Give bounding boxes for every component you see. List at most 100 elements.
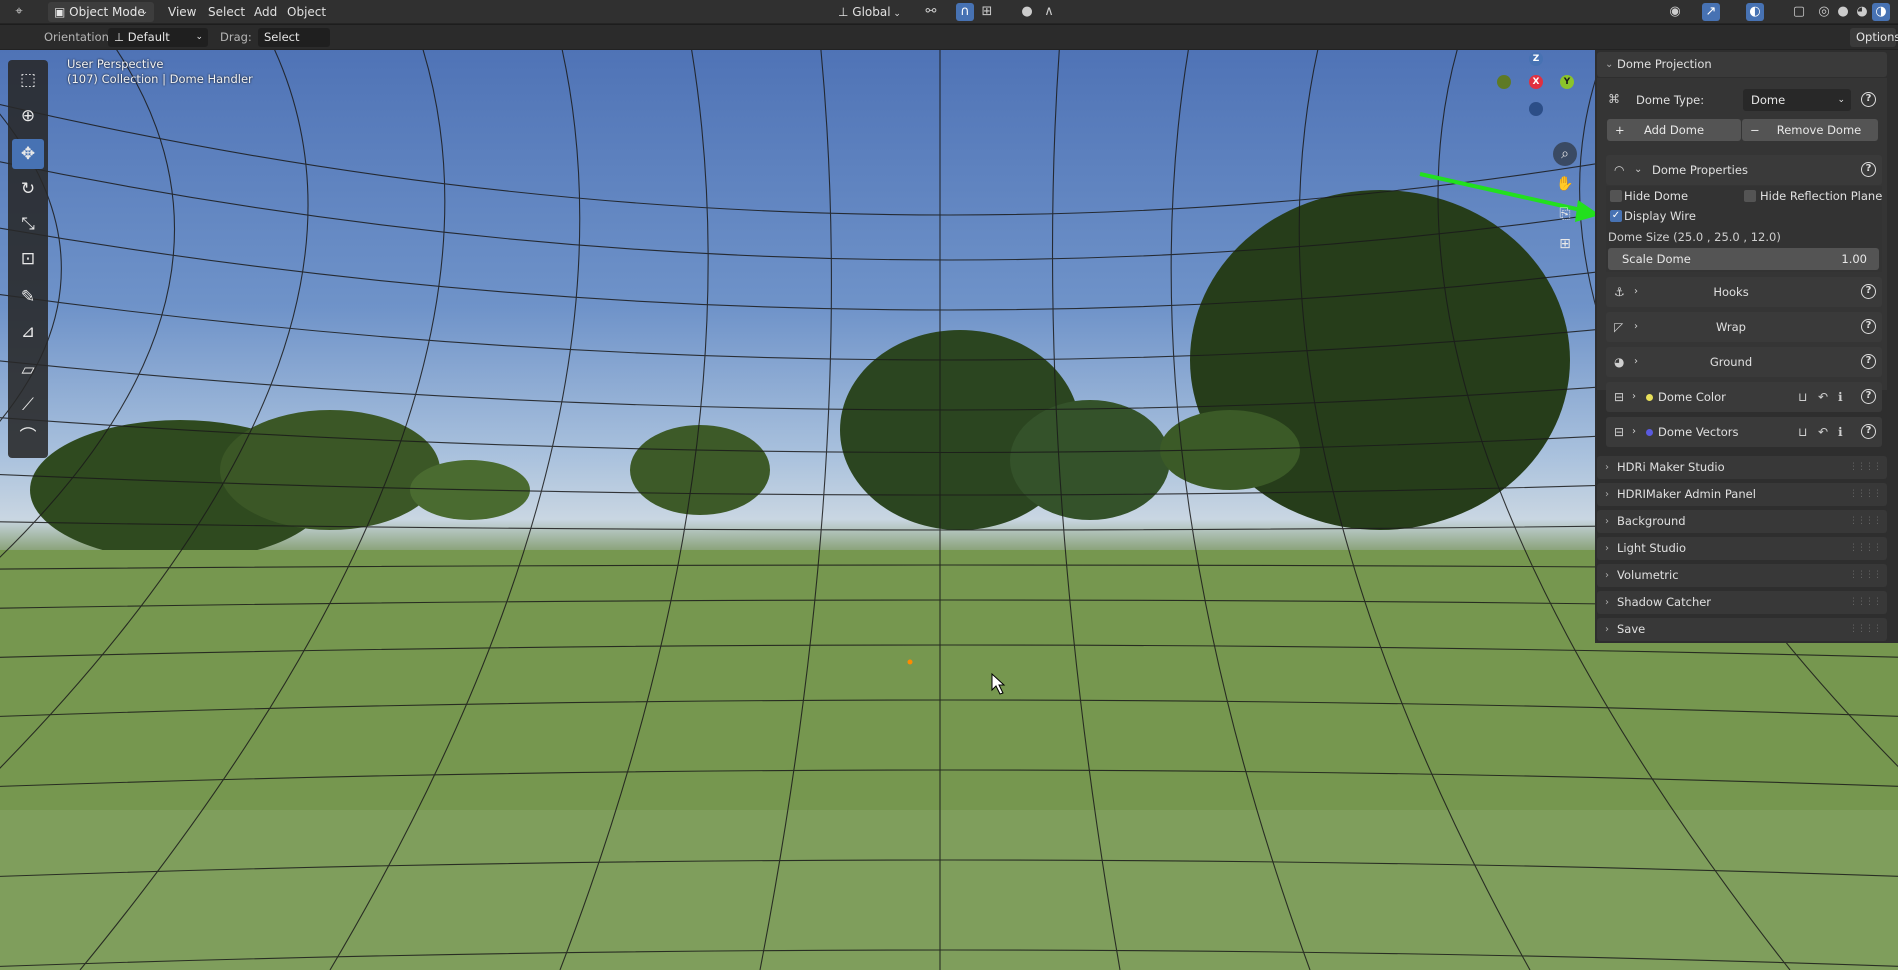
panel-dome-projection[interactable]: ⌄ Dome Projection: [1597, 52, 1887, 77]
help-icon[interactable]: ?: [1861, 92, 1876, 107]
scale-dome-slider[interactable]: Scale Dome 1.00: [1608, 248, 1879, 270]
gizmo-z-axis[interactable]: Z: [1529, 52, 1543, 66]
select-box-icon[interactable]: ⬚: [12, 65, 44, 95]
move-icon[interactable]: ✥: [12, 139, 44, 169]
snap-target-icon[interactable]: ⊞: [978, 3, 996, 21]
transform-icon[interactable]: ⊡: [12, 244, 44, 274]
drag-grip-icon[interactable]: ⋮⋮⋮⋮: [1849, 564, 1882, 587]
wireframe-shading-icon[interactable]: ◎: [1815, 3, 1833, 21]
display-wire-label: Display Wire: [1624, 209, 1696, 223]
orientation-axes-icon: ⊥: [114, 30, 128, 44]
panel-title: HDRi Maker Studio: [1617, 460, 1725, 474]
reset-icon[interactable]: ↶: [1818, 382, 1828, 412]
gizmo-y-axis[interactable]: Y: [1560, 75, 1574, 89]
zoom-icon[interactable]: ⌕: [1553, 142, 1577, 166]
hide-reflection-plane-checkbox[interactable]: [1744, 190, 1756, 202]
options-button[interactable]: Options: [1850, 28, 1898, 47]
remove-dome-button[interactable]: − Remove Dome: [1742, 119, 1878, 141]
display-wire-checkbox[interactable]: ✓: [1610, 210, 1622, 222]
chevron-right-icon: ›: [1605, 489, 1609, 500]
drag-grip-icon[interactable]: ⋮⋮⋮⋮: [1849, 618, 1882, 641]
subpanel-wrap[interactable]: ◸ › Wrap ?: [1606, 312, 1882, 342]
visibility-icon[interactable]: ◉: [1666, 3, 1684, 21]
camera-icon[interactable]: ⎘: [1553, 202, 1577, 226]
tool-settings-bar: Orientation: ⊥ Default ⌄ Drag: Select Box…: [0, 25, 1898, 63]
gizmo-toggle-icon[interactable]: ↗: [1702, 3, 1720, 21]
grass-blur: [0, 810, 1898, 970]
transform-orientation-label: Global: [852, 5, 891, 19]
panel-hdrimaker-admin[interactable]: › HDRIMaker Admin Panel ⋮⋮⋮⋮: [1597, 483, 1887, 506]
drag-grip-icon[interactable]: ⋮⋮⋮⋮: [1849, 483, 1882, 506]
info-icon[interactable]: ℹ: [1838, 382, 1843, 412]
chevron-right-icon: ›: [1605, 462, 1609, 473]
panel-background[interactable]: › Background ⋮⋮⋮⋮: [1597, 510, 1887, 533]
menu-object[interactable]: Object: [287, 2, 326, 22]
dome-vectors-dot: [1646, 429, 1653, 436]
menu-view[interactable]: View: [168, 2, 196, 22]
annotate-icon[interactable]: ✎: [12, 282, 44, 312]
chevron-down-icon: ⌄: [1605, 59, 1614, 70]
orientation-dropdown[interactable]: ⊥ Default ⌄: [108, 28, 208, 47]
subpanel-dome-color[interactable]: ⊟ › Dome Color ⊔ ↶ ℹ ?: [1606, 382, 1882, 412]
gizmo-neg-z-axis[interactable]: [1529, 102, 1543, 116]
help-icon[interactable]: ?: [1861, 354, 1876, 369]
chevron-down-icon: ⌄: [890, 9, 901, 19]
subpanel-dome-properties[interactable]: ◠ ⌄ Dome Properties ?: [1606, 155, 1882, 185]
xray-icon[interactable]: ▢: [1790, 3, 1808, 21]
curve-icon[interactable]: ⌒: [12, 422, 44, 452]
rotate-icon[interactable]: ↻: [12, 174, 44, 204]
panel-title: Background: [1617, 514, 1686, 528]
subpanel-title: Hooks: [1713, 285, 1749, 299]
gizmo-x-axis[interactable]: X: [1529, 75, 1543, 89]
dome-type-dropdown[interactable]: Dome ⌄: [1743, 89, 1851, 111]
cursor-icon[interactable]: ⊕: [12, 101, 44, 131]
subpanel-dome-vectors[interactable]: ⊟ › Dome Vectors ⊔ ↶ ℹ ?: [1606, 417, 1882, 447]
subpanel-ground[interactable]: ◕ › Ground ?: [1606, 347, 1882, 377]
drag-dropdown[interactable]: Select Box⌄: [258, 28, 330, 63]
panel-title: Shadow Catcher: [1617, 595, 1712, 609]
help-icon[interactable]: ?: [1861, 284, 1876, 299]
proportional-edit-icon[interactable]: ●: [1018, 3, 1036, 21]
snap-icon[interactable]: ∩: [956, 3, 974, 21]
falloff-icon[interactable]: ∧: [1040, 3, 1058, 21]
solid-shading-icon[interactable]: ●: [1834, 3, 1852, 21]
perspective-grid-icon[interactable]: ⊞: [1553, 232, 1577, 256]
pivot-point-icon[interactable]: ⚯: [922, 3, 940, 21]
drag-grip-icon[interactable]: ⋮⋮⋮⋮: [1849, 510, 1882, 533]
panel-hdri-maker-studio[interactable]: › HDRi Maker Studio ⋮⋮⋮⋮: [1597, 456, 1887, 479]
drag-grip-icon[interactable]: ⋮⋮⋮⋮: [1849, 591, 1882, 614]
menu-select[interactable]: Select: [208, 2, 245, 22]
drag-grip-icon[interactable]: ⋮⋮⋮⋮: [1849, 537, 1882, 560]
lock-icon[interactable]: ⊔: [1798, 417, 1807, 447]
drag-grip-icon[interactable]: ⋮⋮⋮⋮: [1849, 456, 1882, 479]
measure-icon[interactable]: ⊿: [12, 317, 44, 347]
panel-shadow-catcher[interactable]: › Shadow Catcher ⋮⋮⋮⋮: [1597, 591, 1887, 614]
menu-add[interactable]: Add: [254, 2, 277, 22]
help-icon[interactable]: ?: [1861, 424, 1876, 439]
subpanel-hooks[interactable]: ⚓ › Hooks ?: [1606, 277, 1882, 307]
lock-icon[interactable]: ⊔: [1798, 382, 1807, 412]
dome-size-text: Dome Size (25.0 , 25.0 , 12.0): [1608, 230, 1781, 244]
add-cube-icon[interactable]: ▱: [12, 355, 44, 385]
help-icon[interactable]: ?: [1861, 319, 1876, 334]
help-icon[interactable]: ?: [1861, 162, 1876, 177]
help-icon[interactable]: ?: [1861, 389, 1876, 404]
gizmo-neg-y-axis[interactable]: [1497, 75, 1511, 89]
rendered-shading-icon[interactable]: ◑: [1872, 3, 1890, 21]
mode-dropdown[interactable]: ▣ Object Mode ⌄: [48, 2, 154, 22]
add-dome-button[interactable]: + Add Dome: [1607, 119, 1741, 141]
shear-icon[interactable]: ⟋: [12, 390, 44, 420]
transform-orientation-dropdown[interactable]: ⊥ Global ⌄: [838, 2, 901, 22]
panel-light-studio[interactable]: › Light Studio ⋮⋮⋮⋮: [1597, 537, 1887, 560]
panel-save[interactable]: › Save ⋮⋮⋮⋮: [1597, 618, 1887, 641]
object-origin: [907, 659, 913, 665]
editor-type-icon[interactable]: ⌖: [10, 3, 28, 21]
material-shading-icon[interactable]: ◕: [1853, 3, 1871, 21]
overlay-toggle-icon[interactable]: ◐: [1746, 3, 1764, 21]
scale-icon[interactable]: ⤡: [12, 209, 44, 239]
pan-hand-icon[interactable]: ✋: [1553, 172, 1577, 196]
reset-icon[interactable]: ↶: [1818, 417, 1828, 447]
panel-volumetric[interactable]: › Volumetric ⋮⋮⋮⋮: [1597, 564, 1887, 587]
hide-dome-checkbox[interactable]: [1610, 190, 1622, 202]
info-icon[interactable]: ℹ: [1838, 417, 1843, 447]
